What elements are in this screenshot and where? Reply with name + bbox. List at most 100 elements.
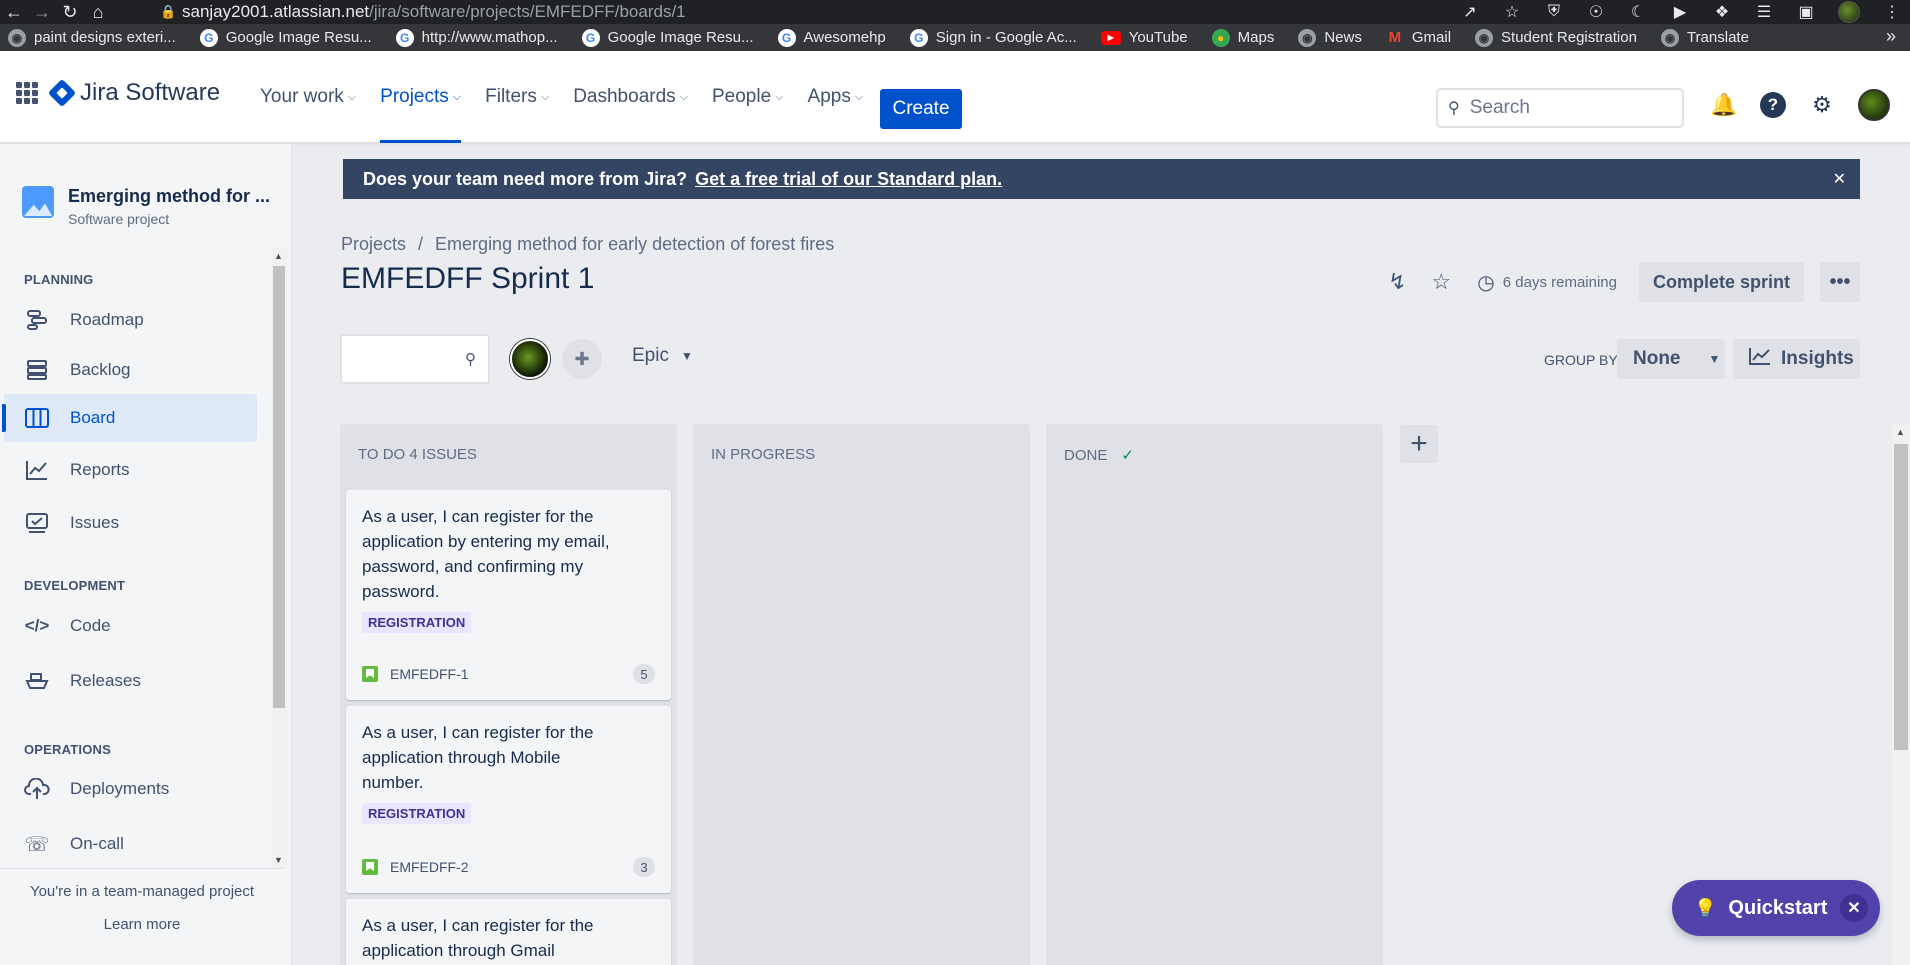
complete-sprint-button[interactable]: Complete sprint [1638, 262, 1804, 302]
roadmap-icon [24, 309, 50, 331]
reload-icon[interactable]: ↻ [56, 0, 84, 24]
sidebar-item-label: Reports [70, 460, 130, 479]
menu-dashboards[interactable]: Dashboards ⌵ [573, 51, 688, 143]
moon-extension-icon[interactable]: ☾ [1628, 2, 1648, 22]
story-icon [362, 666, 378, 682]
issue-meta: EMFEDFF-1 [362, 666, 469, 682]
epic-filter-dropdown[interactable]: Epic ▼ [632, 345, 693, 367]
bookmark-item[interactable]: ◉ Translate [1660, 28, 1749, 47]
sidebar-item-issues[interactable]: Issues [4, 499, 257, 547]
close-icon[interactable]: ✕ [1840, 894, 1868, 922]
bookmarks-overflow-icon[interactable]: » [1886, 26, 1896, 47]
sidebar-item-oncall[interactable]: ☏ On-call [4, 820, 257, 868]
bookmark-item[interactable]: ● Maps [1211, 28, 1274, 47]
star-icon[interactable]: ☆ [1427, 268, 1455, 296]
insights-chart-icon [1749, 347, 1771, 371]
close-icon[interactable]: ✕ [1833, 169, 1846, 189]
automation-lightning-icon[interactable]: ↯ [1383, 268, 1411, 296]
create-button[interactable]: Create [880, 89, 962, 129]
project-header[interactable]: Emerging method for ... Software project [22, 186, 270, 227]
bookmark-label: paint designs exteri... [34, 29, 176, 46]
bookmark-item[interactable]: Ghttp://www.mathop... [395, 28, 558, 47]
browser-menu-icon[interactable]: ⋮ [1882, 2, 1902, 22]
issue-key[interactable]: EMFEDFF-2 [390, 859, 469, 875]
insights-button[interactable]: Insights [1733, 339, 1860, 379]
url-field[interactable]: 🔒 sanjay2001.atlassian.net/jira/software… [160, 0, 1460, 24]
add-column-button[interactable]: + [1400, 425, 1438, 463]
globe-icon: ◉ [1298, 28, 1317, 47]
scrollbar-thumb[interactable] [273, 266, 285, 708]
help-icon[interactable]: ? [1760, 92, 1786, 118]
sidebar-item-code[interactable]: </> Code [4, 602, 257, 650]
sidebar-item-board[interactable]: Board [2, 394, 257, 442]
sidebar-scrollbar[interactable]: ▲ ▼ [271, 248, 287, 868]
group-by-label: GROUP BY [1544, 352, 1618, 368]
bookmark-item[interactable]: ◉ paint designs exteri... [8, 28, 176, 47]
sidebar-item-deployments[interactable]: Deployments [4, 765, 257, 813]
menu-label: Your work [260, 86, 344, 107]
sidebar-item-roadmap[interactable]: Roadmap [4, 296, 257, 344]
playlist-icon[interactable]: ☰ [1754, 2, 1774, 22]
menu-filters[interactable]: Filters ⌵ [485, 51, 549, 143]
group-by-dropdown[interactable]: None ▼ [1617, 339, 1725, 379]
project-name: Emerging method for ... [68, 186, 271, 206]
sidebar-item-releases[interactable]: Releases [4, 657, 257, 705]
scroll-down-arrow-icon[interactable]: ▼ [274, 855, 283, 865]
bookmark-item[interactable]: G Google Image Resu... [199, 28, 372, 47]
breadcrumb-project[interactable]: Emerging method for early detection of f… [435, 234, 834, 255]
banner-trial-link[interactable]: Get a free trial of our Standard plan. [695, 169, 1002, 190]
breadcrumb-separator: / [418, 234, 424, 254]
search-input[interactable] [1469, 97, 1660, 119]
board-search-input[interactable]: ⚲ [340, 334, 490, 384]
menu-people[interactable]: People ⌵ [712, 51, 784, 143]
home-icon[interactable]: ⌂ [84, 0, 112, 24]
scroll-up-arrow-icon[interactable]: ▲ [274, 251, 283, 261]
quickstart-button[interactable]: 💡 Quickstart ✕ [1672, 880, 1880, 936]
sidepanel-icon[interactable]: ▣ [1796, 2, 1816, 22]
share-icon[interactable]: ↗ [1460, 2, 1480, 22]
column-title: IN PROGRESS [711, 446, 816, 463]
global-search[interactable]: ⚲ [1436, 88, 1684, 128]
bookmark-item[interactable]: G Sign in - Google Ac... [909, 28, 1077, 47]
more-actions-button[interactable]: ••• [1820, 262, 1860, 302]
puzzle-extensions-icon[interactable]: ❖ [1712, 2, 1732, 22]
settings-gear-icon[interactable]: ⚙ [1808, 91, 1836, 119]
jira-logo[interactable]: Jira Software [47, 78, 220, 108]
learn-more-link[interactable]: Learn more [0, 916, 284, 933]
back-icon[interactable]: ← [0, 0, 28, 24]
video-extension-icon[interactable]: ▶ [1670, 2, 1690, 22]
column-in-progress: IN PROGRESS [693, 424, 1030, 965]
user-avatar[interactable] [1858, 89, 1890, 121]
bookmark-item[interactable]: G Awesomehp [777, 28, 886, 47]
issue-key[interactable]: EMFEDFF-1 [390, 666, 469, 682]
board-scrollbar[interactable]: ▲ [1892, 424, 1910, 965]
scroll-up-arrow-icon[interactable]: ▲ [1896, 427, 1905, 437]
assignee-avatar[interactable] [510, 339, 550, 379]
shield-extension-icon[interactable]: ⛨ [1544, 3, 1564, 21]
add-people-icon[interactable]: ✚ [562, 339, 602, 379]
bookmark-item[interactable]: M Gmail [1386, 29, 1451, 47]
menu-your-work[interactable]: Your work ⌵ [260, 51, 356, 143]
profile-avatar[interactable] [1838, 1, 1860, 23]
bookmark-item[interactable]: ◉ News [1298, 28, 1362, 47]
sidebar-item-label: Backlog [70, 360, 131, 379]
breadcrumb-projects[interactable]: Projects [341, 234, 406, 255]
bookmark-item[interactable]: ◉ Student Registration [1475, 28, 1637, 47]
notifications-bell-icon[interactable]: 🔔 [1710, 91, 1738, 119]
app-switcher-icon[interactable] [16, 82, 38, 104]
menu-projects[interactable]: Projects ⌵ [380, 51, 461, 143]
bookmark-item[interactable]: G Google Image Resu... [581, 28, 754, 47]
scrollbar-thumb[interactable] [1894, 444, 1908, 750]
breadcrumb: Projects / Emerging method for early det… [341, 234, 834, 255]
sidebar-item-backlog[interactable]: Backlog [4, 346, 257, 394]
forward-icon[interactable]: → [28, 0, 56, 24]
issue-card[interactable]: As a user, I can register for the applic… [346, 899, 671, 965]
sidebar-item-reports[interactable]: Reports [4, 446, 257, 494]
bookmark-item[interactable]: ▶ YouTube [1100, 29, 1188, 46]
menu-apps[interactable]: Apps ⌵ [808, 51, 864, 143]
compass-extension-icon[interactable]: ☉ [1586, 2, 1606, 22]
bookmark-star-icon[interactable]: ☆ [1502, 2, 1522, 22]
issue-card[interactable]: As a user, I can register for the applic… [346, 490, 671, 700]
issue-card[interactable]: As a user, I can register for the applic… [346, 706, 671, 893]
sprint-remaining: ◷ 6 days remaining [1477, 270, 1617, 295]
